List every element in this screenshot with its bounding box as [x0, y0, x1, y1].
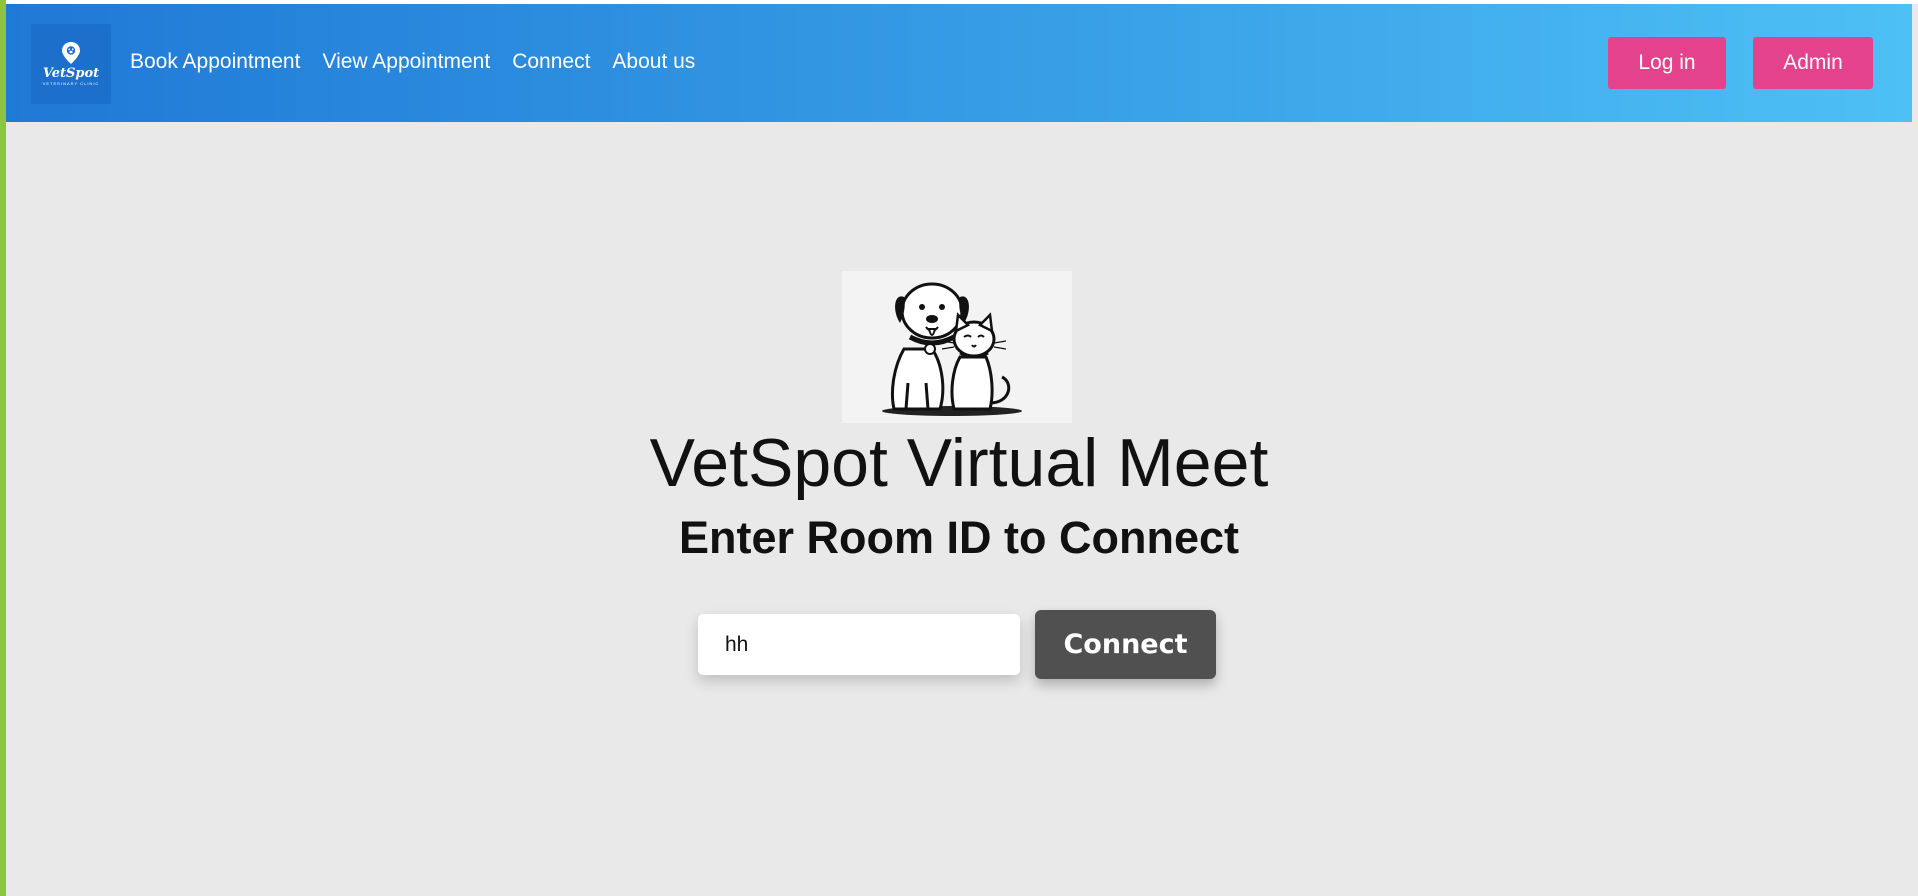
logo-text: VetSpot	[42, 66, 100, 81]
dog-and-cat-illustration	[842, 271, 1072, 423]
logo-subtext: VETERINARY CLINIC	[42, 81, 100, 86]
page-title: VetSpot Virtual Meet	[649, 425, 1269, 501]
nav-connect[interactable]: Connect	[512, 50, 590, 74]
vetspot-logo[interactable]: VetSpot VETERINARY CLINIC	[31, 24, 111, 104]
nav-view-appointment[interactable]: View Appointment	[322, 50, 490, 74]
navbar: VetSpot VETERINARY CLINIC Book Appointme…	[6, 4, 1912, 122]
login-button[interactable]: Log in	[1608, 37, 1726, 89]
nav-about-us[interactable]: About us	[612, 50, 695, 74]
main-nav: Book Appointment View Appointment Connec…	[130, 50, 695, 74]
location-pin-icon	[62, 42, 80, 64]
nav-book-appointment[interactable]: Book Appointment	[130, 50, 300, 74]
room-id-input[interactable]	[698, 614, 1020, 675]
admin-button[interactable]: Admin	[1753, 37, 1873, 89]
dog-cat-icon	[882, 282, 1022, 416]
connect-button[interactable]: Connect	[1035, 610, 1216, 679]
page-subtitle: Enter Room ID to Connect	[679, 512, 1239, 563]
